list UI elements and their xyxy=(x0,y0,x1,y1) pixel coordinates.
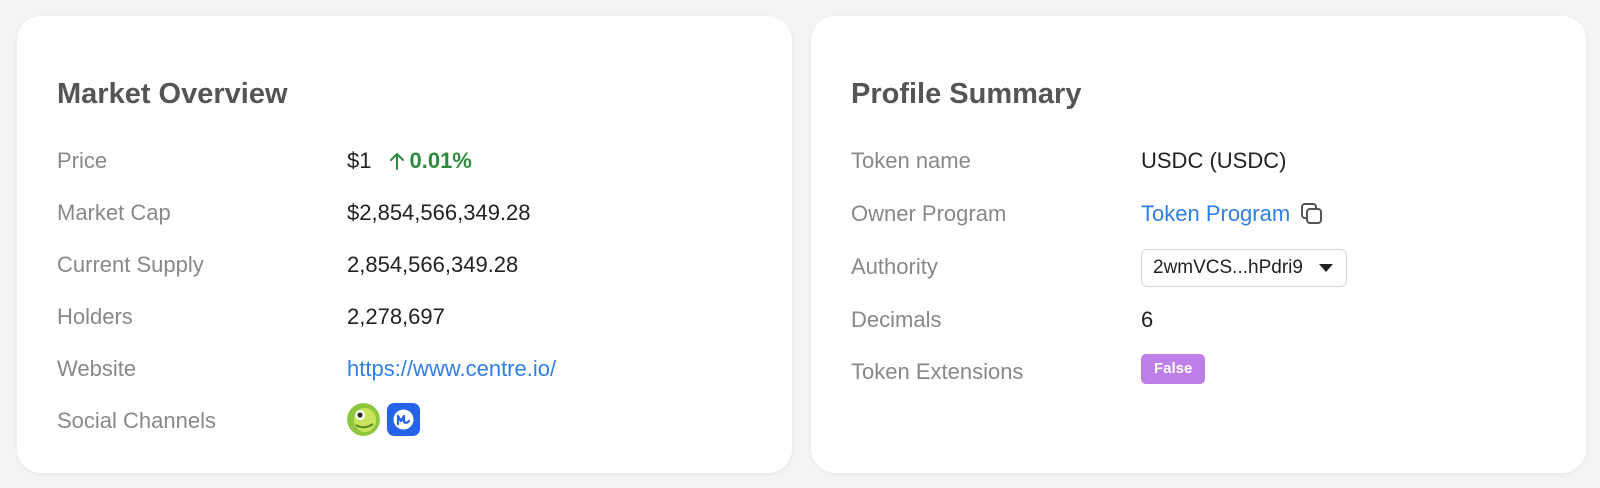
authority-label: Authority xyxy=(851,254,938,279)
website-value-wrap: https://www.centre.io/ xyxy=(347,351,556,387)
social-channels-label: Social Channels xyxy=(57,408,216,433)
arrow-up-icon xyxy=(390,153,405,170)
owner-program-label: Owner Program xyxy=(851,201,1007,226)
copy-icon[interactable] xyxy=(1299,201,1325,227)
social-icons xyxy=(347,403,427,436)
decimals-label: Decimals xyxy=(851,307,942,332)
decimals-row: Decimals 6 xyxy=(851,302,1546,338)
token-name-label: Token name xyxy=(851,148,971,173)
market-overview-card: Market Overview Price $1 0.01% Market Ca… xyxy=(17,16,792,473)
current-supply-row: Current Supply 2,854,566,349.28 xyxy=(57,247,752,283)
website-label: Website xyxy=(57,356,137,381)
price-change: 0.01% xyxy=(389,143,472,179)
market-cap-row: Market Cap $2,854,566,349.28 xyxy=(57,195,752,231)
authority-value-wrap: 2wmVCS...hPdri9 xyxy=(1141,249,1347,287)
token-name-value: USDC (USDC) xyxy=(1141,148,1287,173)
market-cap-label: Market Cap xyxy=(57,200,171,225)
price-label: Price xyxy=(57,148,108,173)
coinmarketcap-icon[interactable] xyxy=(387,403,420,436)
website-link[interactable]: https://www.centre.io/ xyxy=(347,351,556,387)
profile-summary-card: Profile Summary Token name USDC (USDC) O… xyxy=(811,16,1586,473)
token-extensions-value-wrap: False xyxy=(1141,354,1206,384)
caret-down-icon xyxy=(1319,264,1333,272)
price-value-group: $1 0.01% xyxy=(347,143,472,179)
coingecko-icon[interactable] xyxy=(347,403,380,436)
token-name-row: Token name USDC (USDC) xyxy=(851,143,1546,179)
current-supply-label: Current Supply xyxy=(57,252,204,277)
owner-program-value-wrap: Token Program xyxy=(1141,196,1325,232)
owner-program-link[interactable]: Token Program xyxy=(1141,196,1290,232)
market-overview-title: Market Overview xyxy=(57,78,288,110)
token-extensions-label: Token Extensions xyxy=(851,359,1024,384)
authority-value: 2wmVCS...hPdri9 xyxy=(1153,257,1303,278)
market-cap-value: $2,854,566,349.28 xyxy=(347,200,531,225)
decimals-value: 6 xyxy=(1141,307,1154,332)
price-value: $1 xyxy=(347,148,372,173)
social-channels-row: Social Channels xyxy=(57,403,752,439)
owner-program-row: Owner Program Token Program xyxy=(851,196,1546,232)
price-row: Price $1 0.01% xyxy=(57,143,752,179)
token-extensions-row: Token Extensions False xyxy=(851,354,1546,390)
website-row: Website https://www.centre.io/ xyxy=(57,351,752,387)
price-change-value: 0.01% xyxy=(409,148,472,173)
holders-value: 2,278,697 xyxy=(347,304,445,329)
authority-dropdown[interactable]: 2wmVCS...hPdri9 xyxy=(1141,249,1347,287)
holders-row: Holders 2,278,697 xyxy=(57,299,752,335)
token-extensions-badge: False xyxy=(1141,354,1206,384)
profile-summary-title: Profile Summary xyxy=(851,78,1082,110)
authority-row: Authority 2wmVCS...hPdri9 xyxy=(851,249,1546,287)
holders-label: Holders xyxy=(57,304,133,329)
current-supply-value: 2,854,566,349.28 xyxy=(347,252,519,277)
